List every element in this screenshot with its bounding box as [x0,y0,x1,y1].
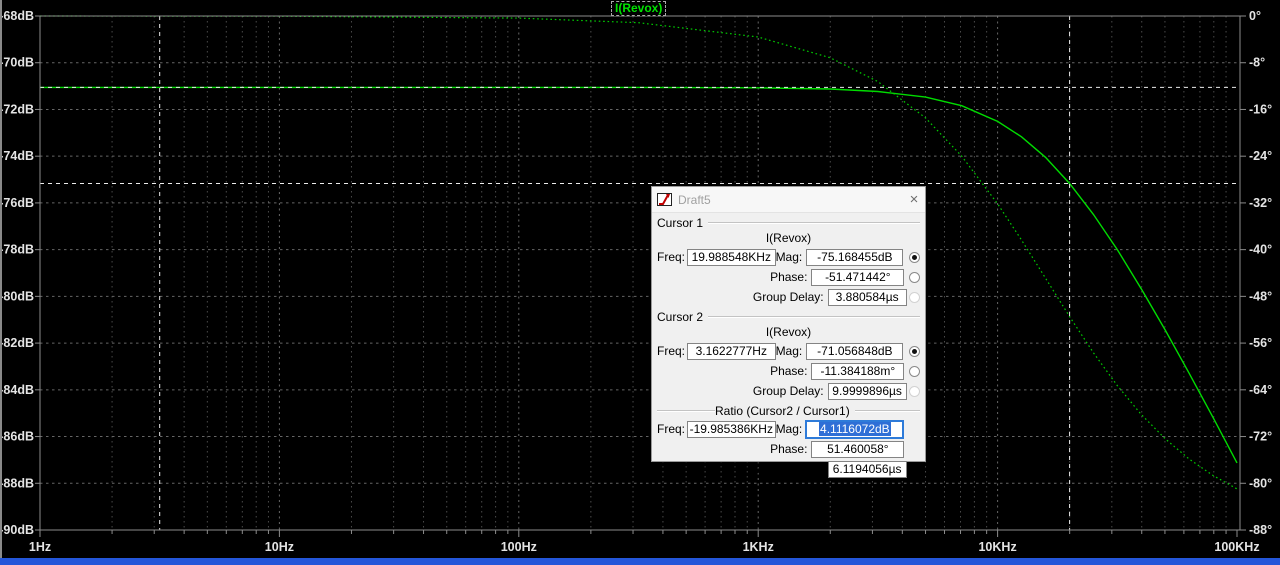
freq-label: Freq: [657,344,686,358]
cursor1-header: Cursor 1 [657,216,704,230]
cursor1-crosshair[interactable] [40,16,1240,530]
phase-label: Phase: [770,364,808,378]
y-left-tick-label: -88dB [0,476,34,490]
ltspice-app-icon [657,193,672,206]
cursor2-crosshair[interactable] [40,16,1240,530]
cursor2-mag-radio[interactable] [909,345,920,357]
y-left-tick-label: -72dB [0,102,34,116]
ratio-section: Ratio (Cursor2 / Cursor1) Freq: -19.9853… [652,403,925,479]
dialog-titlebar[interactable]: Draft5 × [652,187,925,213]
y-right-tick-label: -88° [1249,523,1272,537]
y-left-tick-label: -76dB [0,196,34,210]
cursor-readout-dialog: Draft5 × Cursor 1 I(Revox) Freq: 19.9885… [651,186,926,478]
y-left-tick-label: -84dB [0,383,34,397]
y-right-tick-label: -24° [1249,149,1272,163]
grid-horizontal [40,62,1240,484]
cursor2-phase-field[interactable]: -11.384188m° [811,362,905,380]
y-left-tick-label: -86dB [0,430,34,444]
y-left-tick-label: -78dB [0,243,34,257]
dialog-title: Draft5 [678,192,711,207]
group-delay-label: Group Delay: [752,384,824,398]
freq-label: Freq: [657,250,686,264]
axis-ticks [35,15,1246,537]
cursor2-group-delay-field[interactable]: 9.9999896µs [827,382,907,400]
x-tick-label: 1KHz [743,540,774,554]
window-bottom-strip [0,558,1280,565]
y-right-tick-label: -72° [1249,430,1272,444]
close-icon[interactable]: × [903,192,925,207]
cursor1-group-delay-radio [909,291,920,303]
trace-name-label[interactable]: I(Revox) [611,1,667,16]
mag-label: Mag: [775,250,803,264]
y-right-tick-label: -80° [1249,476,1272,490]
freq-label: Freq: [657,422,686,436]
phase-label: Phase: [770,270,808,284]
y-left-tick-label: -68dB [0,9,34,23]
cursor1-section: Cursor 1 I(Revox) Freq: 19.988548KHz Mag… [652,215,925,307]
y-left-tick-label: -74dB [0,149,34,163]
y-right-tick-label: -16° [1249,102,1272,116]
group-delay-label: Group Delay: [752,462,824,476]
cursor2-mag-field[interactable]: -71.056848dB [806,342,904,360]
selected-text: 4.1116072dB [819,421,891,436]
cursor1-freq-field[interactable]: 19.988548KHz [687,248,776,266]
mag-label: Mag: [775,422,803,436]
cursor2-header: Cursor 2 [657,310,704,324]
x-tick-label: 100Hz [501,540,537,554]
x-tick-label: 10Hz [265,540,294,554]
waveform-plot[interactable]: -68dB -70dB -72dB -74dB -76dB -78dB -80dB -82dB… [0,0,1280,565]
cursor2-freq-field[interactable]: 3.1622777Hz [687,342,776,360]
y-right-tick-label: -8° [1249,56,1265,70]
y-right-tick-label: 0° [1249,9,1261,23]
y-left-tick-label: -82dB [0,336,34,350]
cursor2-phase-radio[interactable] [909,365,920,377]
mag-label: Mag: [775,344,803,358]
y-right-tick-label: -64° [1249,383,1272,397]
y-right-tick-label: -56° [1249,336,1272,350]
groupbox-line [708,222,920,224]
y-right-tick-label: -32° [1249,196,1272,210]
cursor1-mag-field[interactable]: -75.168455dB [806,248,904,266]
ratio-freq-field[interactable]: -19.985386KHz [687,420,776,438]
group-delay-label: Group Delay: [752,290,824,304]
y-left-tick-label: -90dB [0,523,34,537]
y-right-tick-label: -48° [1249,289,1272,303]
cursor1-phase-field[interactable]: -51.471442° [811,268,905,286]
phase-label: Phase: [770,442,808,456]
cursor1-mag-radio[interactable] [909,251,920,263]
x-tick-label: 10KHz [978,540,1016,554]
cursor1-trace-name: I(Revox) [765,231,812,245]
plot-border [39,15,1241,531]
groupbox-line [854,410,920,412]
ratio-phase-field[interactable]: 51.460058° [811,440,905,458]
cursor1-group-delay-field[interactable]: 3.880584µs [827,288,907,306]
ltspice-waveform-window: -68dB -70dB -72dB -74dB -76dB -78dB -80dB -82dB… [0,0,1280,565]
ratio-group-delay-field[interactable]: 6.1194056µs [827,460,907,478]
groupbox-line [708,316,920,318]
magnitude-trace[interactable] [40,86,1238,464]
cursor2-section: Cursor 2 I(Revox) Freq: 3.1622777Hz Mag:… [652,309,925,401]
ratio-header: Ratio (Cursor2 / Cursor1) [715,404,850,418]
y-left-tick-label: -70dB [0,56,34,70]
x-tick-label: 1Hz [29,540,51,554]
y-right-tick-label: -40° [1249,243,1272,257]
cursor2-trace-name: I(Revox) [765,325,812,339]
cursor2-group-delay-radio [909,385,920,397]
window-left-edge [0,0,2,558]
cursor1-phase-radio[interactable] [909,271,920,283]
ratio-mag-field[interactable]: 4.1116072dB [805,419,905,439]
groupbox-line [657,410,715,412]
x-tick-label: 100KHz [1214,540,1259,554]
y-left-tick-label: -80dB [0,289,34,303]
